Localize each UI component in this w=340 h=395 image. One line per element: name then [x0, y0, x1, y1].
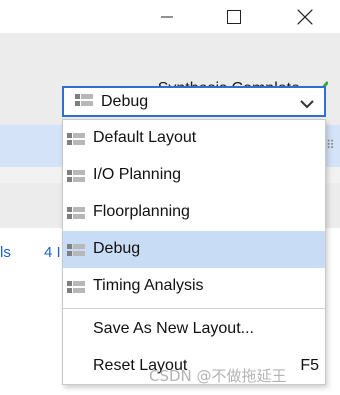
menu-item-label: I/O Planning	[93, 166, 182, 183]
menu-item-io-planning[interactable]: I/O Planning	[63, 157, 325, 194]
background-link-left[interactable]: ls	[0, 244, 11, 261]
menu-item-save-as-new-layout[interactable]: Save As New Layout...	[63, 311, 325, 348]
close-icon	[297, 9, 313, 24]
title-bar	[0, 0, 340, 33]
layout-grid-icon	[75, 93, 93, 111]
menu-separator	[63, 308, 325, 309]
menu-item-floorplanning[interactable]: Floorplanning	[63, 194, 325, 231]
layout-grid-icon	[67, 132, 85, 150]
watermark: CSDN @不做拖延王	[149, 367, 287, 385]
menu-item-timing-analysis[interactable]: Timing Analysis	[63, 268, 325, 305]
maximize-button[interactable]	[211, 0, 257, 33]
minimize-icon	[161, 16, 173, 17]
menu-item-debug[interactable]: Debug	[63, 231, 325, 268]
menu-item-label: Floorplanning	[93, 203, 190, 220]
shortcut-label: F5	[300, 357, 319, 374]
menu-item-label: Default Layout	[93, 129, 197, 146]
layout-grid-icon	[67, 280, 85, 298]
background-link-right[interactable]: 4 I	[44, 244, 61, 261]
layout-select-value: Debug	[101, 92, 149, 110]
layout-grid-icon	[67, 206, 85, 224]
menu-item-label: Timing Analysis	[93, 277, 204, 294]
more-icon: ⠿	[326, 138, 335, 152]
maximize-icon	[227, 9, 241, 24]
layout-select[interactable]: Debug	[62, 86, 326, 117]
menu-item-label: Save As New Layout...	[93, 320, 254, 337]
layout-dropdown-menu: Default Layout I/O Planning Floorplannin…	[62, 119, 326, 385]
minimize-button[interactable]	[144, 0, 190, 33]
chevron-down-icon[interactable]	[300, 96, 314, 114]
menu-item-label: Debug	[93, 240, 141, 257]
close-button[interactable]	[282, 0, 328, 33]
layout-grid-icon	[67, 169, 85, 187]
menu-item-default-layout[interactable]: Default Layout	[63, 120, 325, 157]
layout-grid-icon	[67, 243, 85, 261]
